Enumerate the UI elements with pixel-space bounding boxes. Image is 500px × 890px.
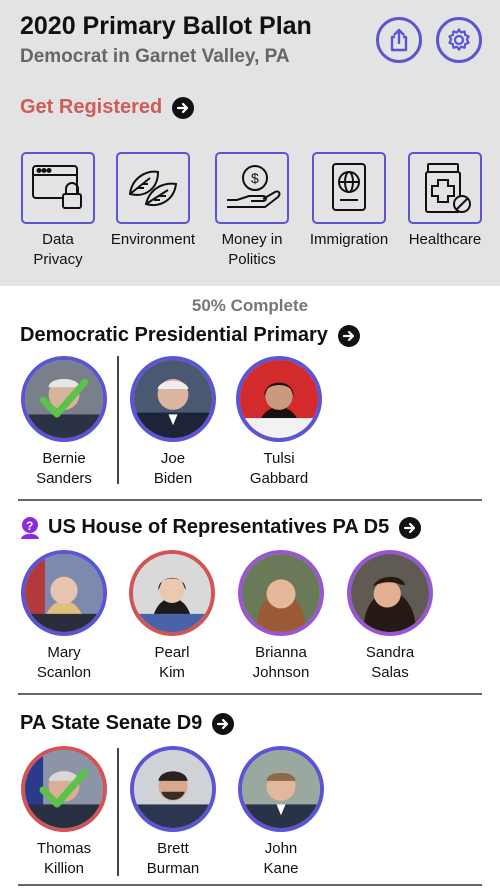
candidate-sandra-salas[interactable]: Sandra Salas xyxy=(340,550,440,683)
candidate-last-name: Johnson xyxy=(252,664,310,681)
candidate-last-name: Gabbard xyxy=(249,470,309,487)
issue-money-in-politics[interactable]: $ Money in Politics xyxy=(204,152,300,270)
gear-icon xyxy=(448,28,470,51)
issue-label-line1: Money in xyxy=(221,231,283,248)
candidate-last-name: Burman xyxy=(146,860,200,877)
leaves-icon xyxy=(116,152,190,224)
candidate-photo xyxy=(236,356,322,442)
issue-healthcare[interactable]: Healthcare xyxy=(397,152,493,250)
candidate-photo xyxy=(130,746,216,832)
candidate-first-name: Thomas xyxy=(36,840,92,857)
issue-label-line1: Healthcare xyxy=(408,231,482,248)
candidate-mary-scanlon[interactable]: Mary Scanlon xyxy=(14,550,114,683)
issue-label-line2: Politics xyxy=(228,251,276,268)
candidate-photo xyxy=(347,550,433,636)
selection-divider xyxy=(117,356,119,484)
section-divider xyxy=(18,884,482,886)
arrow-right-icon xyxy=(337,324,360,347)
race-title-presidential[interactable]: Democratic Presidential Primary xyxy=(20,324,360,347)
issue-immigration[interactable]: Immigration xyxy=(301,152,397,250)
page-title: 2020 Primary Ballot Plan xyxy=(20,12,312,40)
candidate-brianna-johnson[interactable]: Brianna Johnson xyxy=(231,550,331,683)
page-subtitle: Democrat in Garnet Valley, PA xyxy=(20,46,290,67)
arrow-right-icon xyxy=(212,712,235,735)
passport-icon xyxy=(312,152,386,224)
candidate-photo xyxy=(130,356,216,442)
browser-lock-icon xyxy=(21,152,95,224)
svg-text:$: $ xyxy=(251,170,259,186)
checkmark-icon xyxy=(39,768,89,808)
medicine-icon xyxy=(408,152,482,224)
candidate-tulsi-gabbard[interactable]: Tulsi Gabbard xyxy=(229,356,329,489)
question-person-icon: ? xyxy=(21,516,39,539)
race-title-label: US House of Representatives PA D5 xyxy=(48,516,390,538)
race-title-state-senate[interactable]: PA State Senate D9 xyxy=(20,712,235,735)
get-registered-link[interactable]: Get Registered xyxy=(20,96,195,119)
candidate-first-name: John xyxy=(264,840,298,857)
arrow-right-icon xyxy=(172,96,195,119)
arrow-right-icon xyxy=(399,516,422,539)
money-hand-icon: $ xyxy=(215,152,289,224)
candidate-john-kane[interactable]: John Kane xyxy=(231,746,331,879)
progress-text: 50% Complete xyxy=(191,296,309,315)
candidate-last-name: Sanders xyxy=(36,470,92,487)
candidate-photo xyxy=(238,746,324,832)
get-registered-label: Get Registered xyxy=(20,96,163,118)
race-title-label: Democratic Presidential Primary xyxy=(20,324,328,346)
candidate-last-name: Salas xyxy=(371,664,409,681)
section-divider xyxy=(18,499,482,501)
candidate-photo xyxy=(21,550,107,636)
issue-environment[interactable]: Environment xyxy=(105,152,201,250)
issue-label-line1: Data xyxy=(42,231,74,248)
issue-label-line1: Immigration xyxy=(309,231,389,248)
checkmark-icon xyxy=(39,378,89,418)
candidate-pearl-kim[interactable]: Pearl Kim xyxy=(122,550,222,683)
candidate-first-name: Brett xyxy=(157,840,189,857)
candidate-bernie-sanders[interactable]: Bernie Sanders xyxy=(14,356,114,489)
candidate-last-name: Kim xyxy=(159,664,185,681)
issue-label-line2: Privacy xyxy=(33,251,83,268)
candidate-thomas-killion[interactable]: Thomas Killion xyxy=(14,746,114,879)
issue-data-privacy[interactable]: Data Privacy xyxy=(10,152,106,270)
section-divider xyxy=(18,693,482,695)
race-title-us-house[interactable]: ? US House of Representatives PA D5 xyxy=(20,516,422,539)
candidate-last-name: Scanlon xyxy=(36,664,92,681)
share-icon xyxy=(390,28,408,52)
share-button[interactable] xyxy=(376,17,422,63)
candidate-last-name: Kane xyxy=(263,860,299,877)
candidate-last-name: Killion xyxy=(43,860,85,877)
issue-label-line1: Environment xyxy=(110,231,196,248)
candidate-first-name: Pearl xyxy=(154,644,190,661)
settings-button[interactable] xyxy=(436,17,482,63)
candidate-photo xyxy=(21,356,107,442)
svg-text:?: ? xyxy=(26,519,33,533)
race-title-label: PA State Senate D9 xyxy=(20,712,203,734)
candidate-brett-burman[interactable]: Brett Burman xyxy=(123,746,223,879)
issue-list: Data Privacy Environment $ Money in Poli… xyxy=(0,152,500,272)
candidate-photo xyxy=(21,746,107,832)
candidate-last-name: Biden xyxy=(153,470,193,487)
candidate-joe-biden[interactable]: Joe Biden xyxy=(123,356,223,489)
candidate-first-name: Bernie xyxy=(42,450,86,467)
candidate-photo xyxy=(238,550,324,636)
candidate-first-name: Tulsi xyxy=(263,450,295,467)
candidate-first-name: Mary xyxy=(47,644,81,661)
header-panel: 2020 Primary Ballot Plan Democrat in Gar… xyxy=(0,0,500,286)
selection-divider xyxy=(117,748,119,876)
candidate-first-name: Joe xyxy=(160,450,186,467)
candidate-photo xyxy=(129,550,215,636)
candidate-first-name: Brianna xyxy=(255,644,307,661)
candidate-first-name: Sandra xyxy=(365,644,415,661)
